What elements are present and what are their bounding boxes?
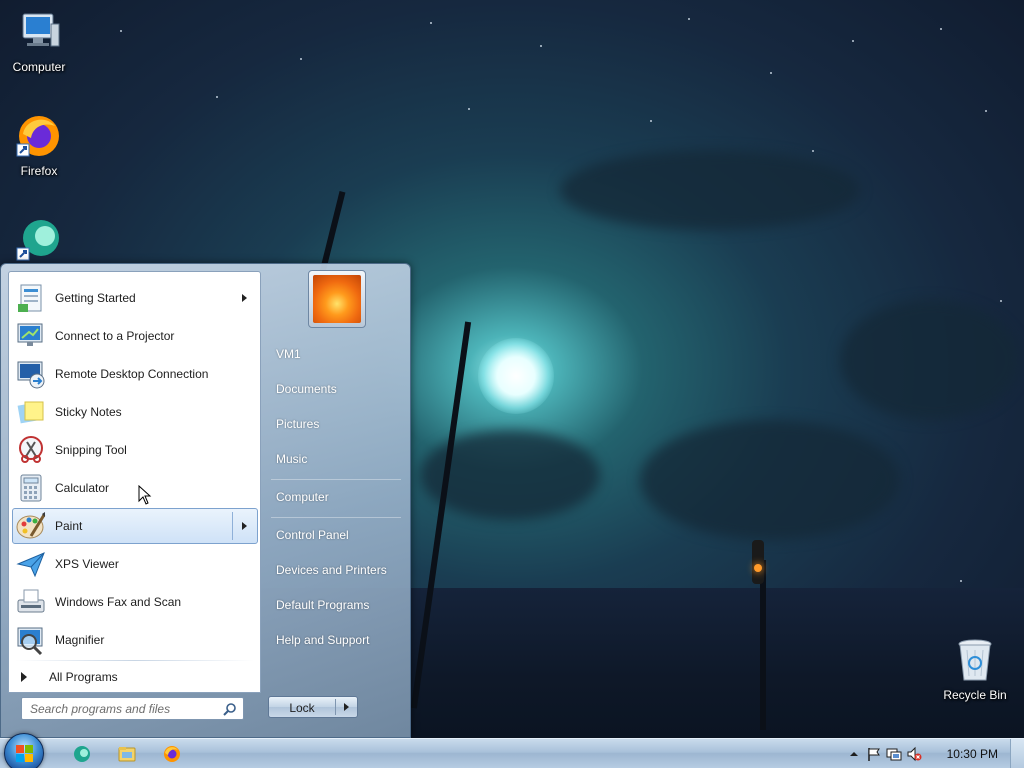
divider [15, 660, 254, 661]
start-link-devices-and-printers[interactable]: Devices and Printers [268, 555, 401, 585]
program-item-sticky-notes[interactable]: Sticky Notes [12, 394, 258, 430]
start-link-documents[interactable]: Documents [268, 374, 401, 404]
taskbar-clock[interactable]: 10:30 PM [947, 747, 998, 761]
all-programs-button[interactable]: All Programs [12, 665, 258, 689]
search-input[interactable]: Search programs and files [21, 697, 244, 720]
desktop-icon-label: Recycle Bin [943, 688, 1007, 702]
user-picture[interactable] [308, 270, 366, 328]
show-hidden-icons-icon[interactable] [846, 746, 862, 762]
program-label: Sticky Notes [55, 405, 122, 419]
network-icon[interactable] [886, 746, 902, 762]
taskbar: 10:30 PM [0, 733, 1024, 768]
program-item-paint[interactable]: Paint [12, 508, 258, 544]
desktop-icon-label: Computer [12, 60, 66, 74]
start-link-control-panel[interactable]: Control Panel [268, 520, 401, 550]
program-label: Snipping Tool [55, 443, 127, 457]
start-menu: Getting Started Connect to a Projector R… [0, 263, 411, 738]
submenu-arrow-icon[interactable] [242, 522, 247, 530]
divider [271, 479, 401, 480]
desktop-icon-computer[interactable]: Computer [2, 8, 76, 74]
action-center-flag-icon[interactable] [866, 746, 882, 762]
paint-icon [15, 510, 47, 542]
search-icon [223, 702, 237, 716]
firefox-icon [164, 746, 180, 762]
lock-button-label: Lock [289, 701, 315, 715]
expand-arrow-icon [21, 672, 27, 682]
app-shortcut-icon [15, 216, 63, 264]
magnifier-icon [15, 624, 47, 656]
program-label: Paint [55, 519, 83, 533]
windows-logo-icon [16, 745, 34, 763]
program-label: Remote Desktop Connection [55, 367, 209, 381]
program-label: Magnifier [55, 633, 105, 647]
start-link-pictures[interactable]: Pictures [268, 409, 401, 439]
sticky-notes-icon [15, 396, 47, 428]
submenu-arrow-icon[interactable] [242, 294, 247, 302]
start-link-default-programs[interactable]: Default Programs [268, 590, 401, 620]
start-button[interactable] [4, 733, 44, 768]
desktop-icon-app-shortcut[interactable] [2, 216, 76, 268]
program-item-remote-desktop-connection[interactable]: Remote Desktop Connection [12, 356, 258, 392]
desktop-icon-firefox[interactable]: Firefox [2, 112, 76, 178]
start-link-help-and-support[interactable]: Help and Support [268, 625, 401, 655]
calculator-icon [15, 472, 47, 504]
computer-icon [15, 8, 63, 56]
program-item-calculator[interactable]: Calculator [12, 470, 258, 506]
firefox-icon [15, 112, 63, 160]
snipping-tool-icon [15, 434, 47, 466]
program-item-snipping-tool[interactable]: Snipping Tool [12, 432, 258, 468]
program-item-magnifier[interactable]: Magnifier [12, 622, 258, 658]
start-link-computer[interactable]: Computer [268, 482, 401, 512]
taskbar-pinned-app-shortcut[interactable] [62, 742, 102, 766]
user-avatar-flower [313, 275, 361, 323]
all-programs-label: All Programs [49, 670, 118, 684]
start-link-vm1[interactable]: VM1 [268, 339, 401, 369]
desktop-icon-recycle-bin[interactable]: Recycle Bin [938, 636, 1012, 702]
program-label: Connect to a Projector [55, 329, 175, 343]
system-tray: 10:30 PM [824, 739, 1024, 768]
remote-desktop-icon [15, 358, 47, 390]
program-item-getting-started[interactable]: Getting Started [12, 280, 258, 316]
desktop-icon-label: Firefox [20, 164, 58, 178]
program-label: Windows Fax and Scan [55, 595, 182, 609]
taskbar-pinned-firefox[interactable] [152, 742, 192, 766]
start-menu-programs-pane: Getting Started Connect to a Projector R… [8, 271, 261, 693]
program-item-connect-to-a-projector[interactable]: Connect to a Projector [12, 318, 258, 354]
app-shortcut-icon [74, 746, 90, 762]
shutdown-options-arrow-icon[interactable] [344, 703, 349, 711]
recycle-bin-icon [951, 636, 999, 684]
search-placeholder: Search programs and files [30, 702, 171, 716]
program-label: Calculator [55, 481, 110, 495]
volume-muted-icon[interactable] [906, 746, 922, 762]
mouse-cursor-icon [138, 484, 152, 505]
show-desktop-button[interactable] [1010, 739, 1024, 768]
program-label: XPS Viewer [55, 557, 119, 571]
fax-scan-icon [15, 586, 47, 618]
getting-started-icon [15, 282, 47, 314]
projector-icon [15, 320, 47, 352]
program-label: Getting Started [55, 291, 136, 305]
divider [271, 517, 401, 518]
xps-viewer-icon [15, 548, 47, 580]
start-link-music[interactable]: Music [268, 444, 401, 474]
program-item-windows-fax-and-scan[interactable]: Windows Fax and Scan [12, 584, 258, 620]
taskbar-pinned-file-explorer[interactable] [107, 742, 147, 766]
lock-button[interactable]: Lock [268, 696, 358, 718]
file-explorer-icon [118, 747, 136, 762]
program-item-xps-viewer[interactable]: XPS Viewer [12, 546, 258, 582]
